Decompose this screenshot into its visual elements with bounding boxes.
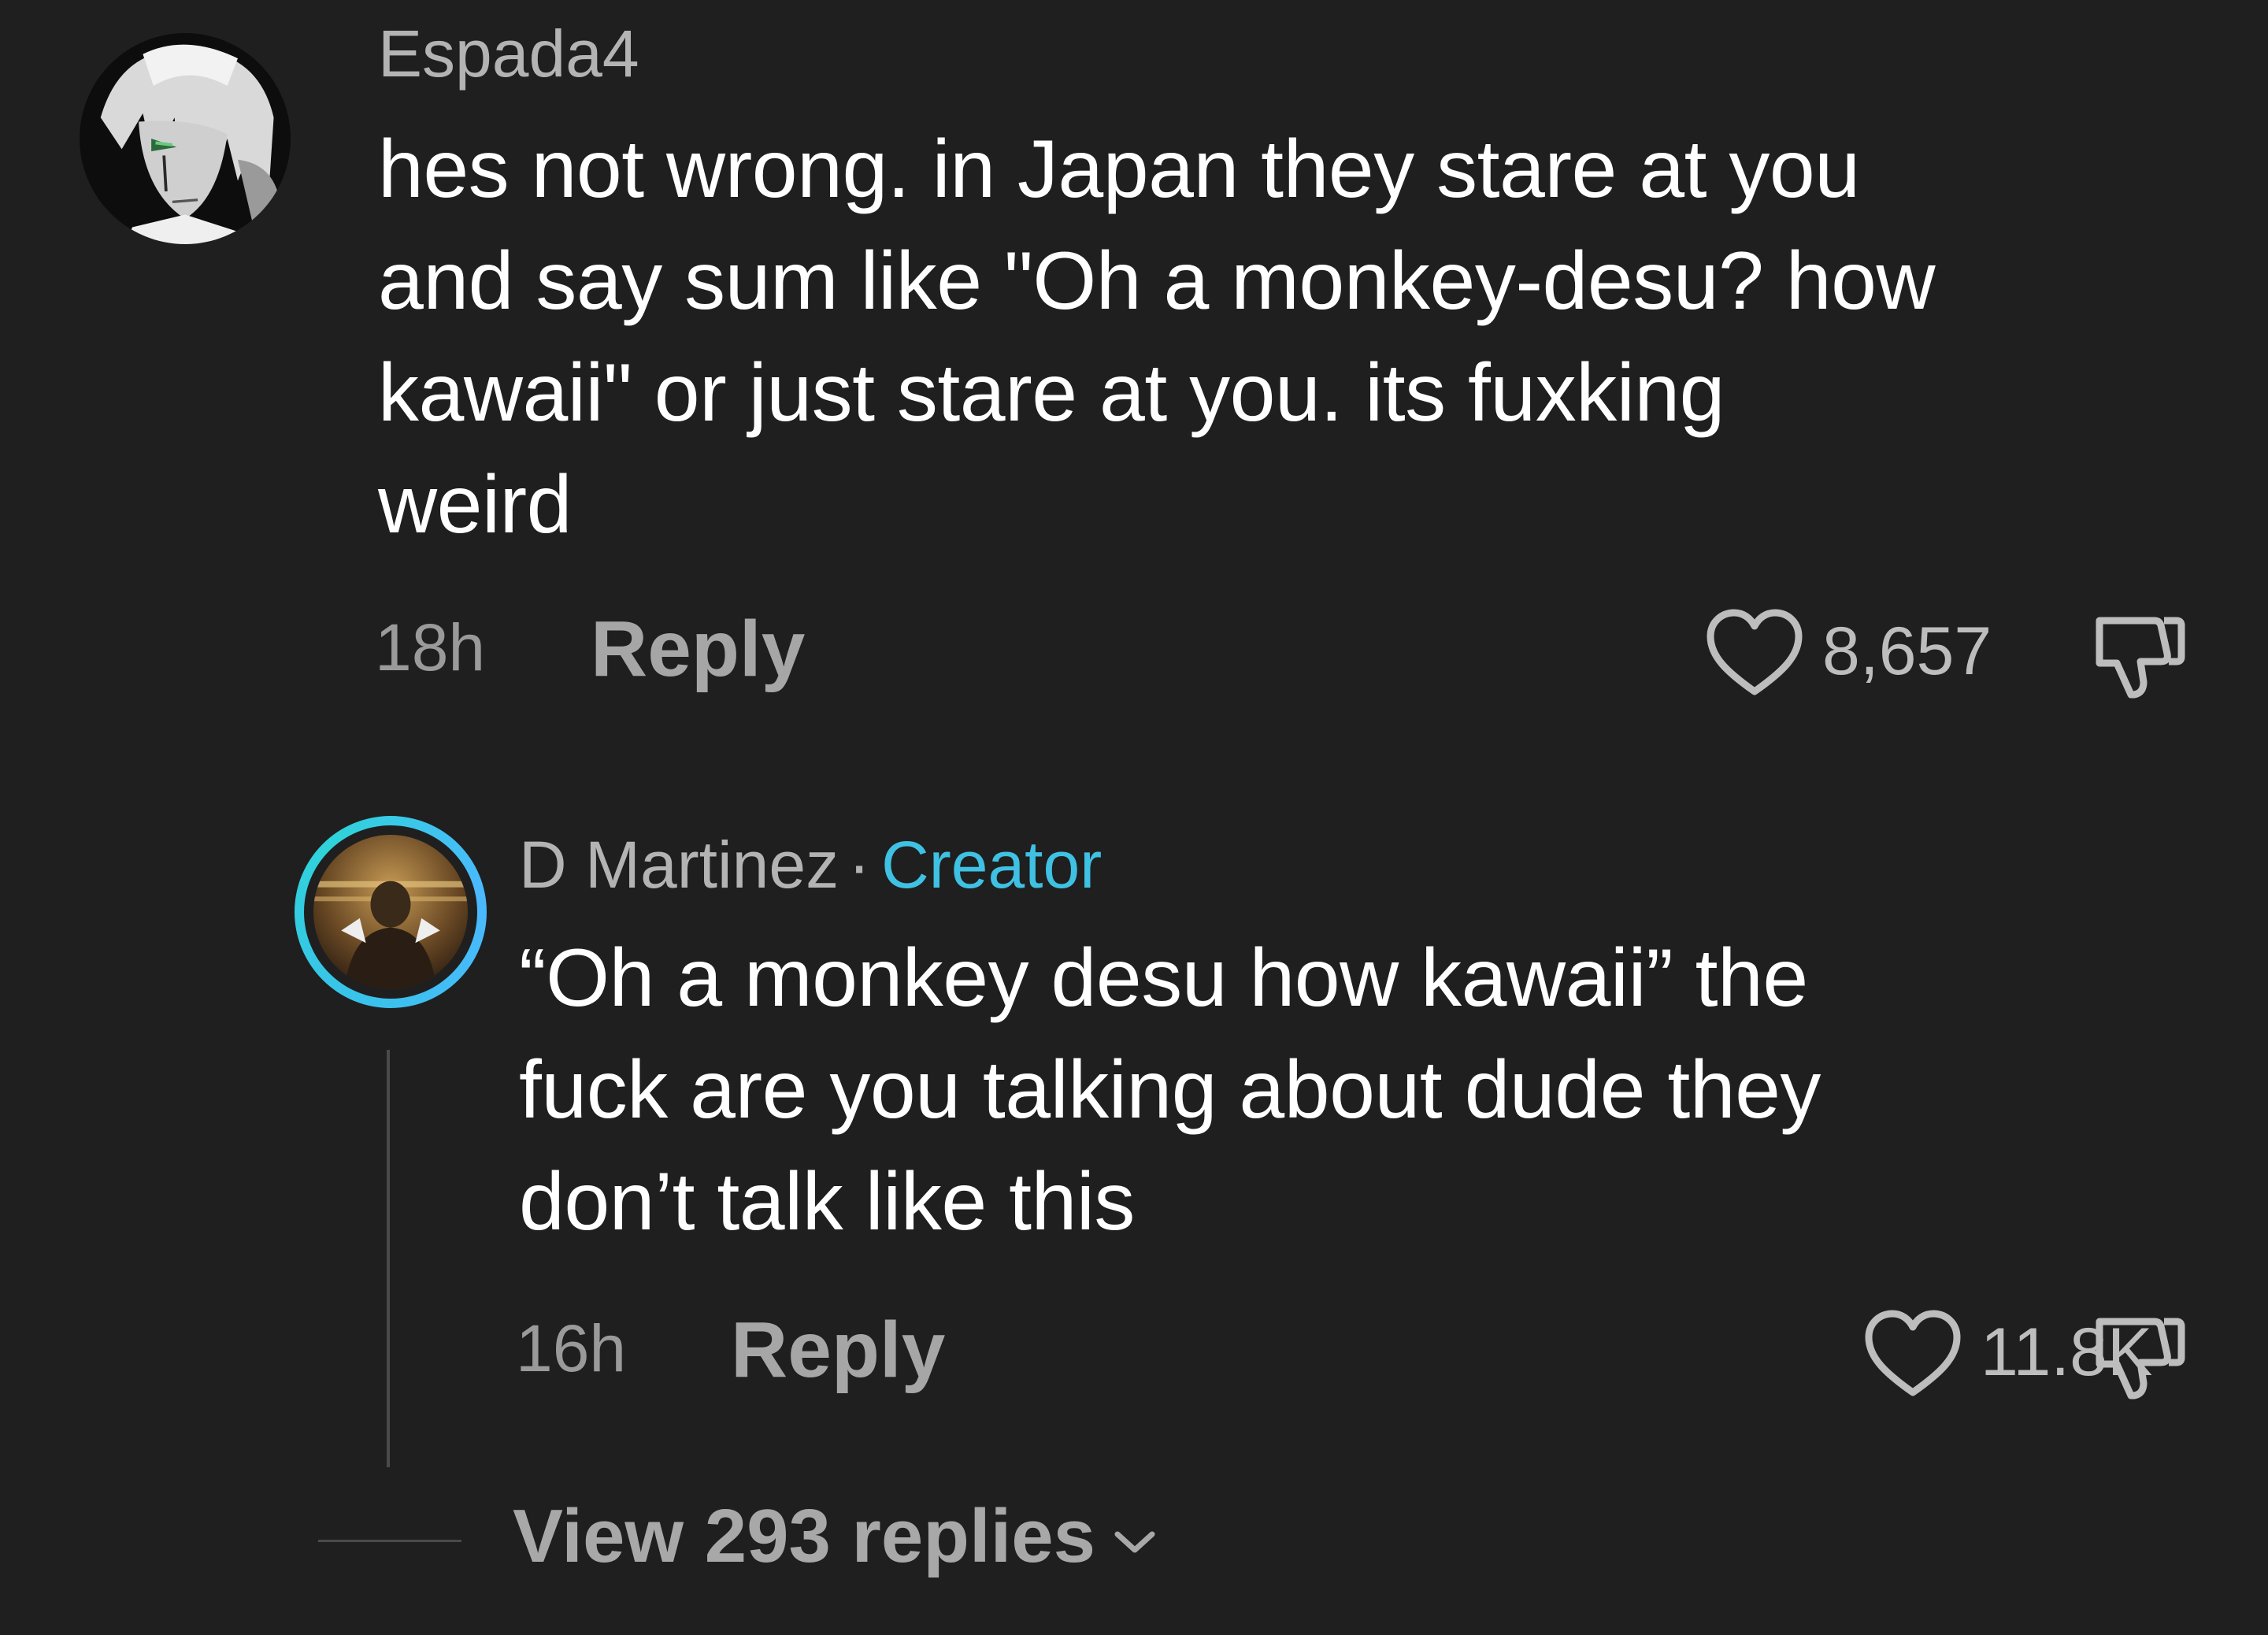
view-replies-button[interactable]: View 293 replies	[513, 1499, 1158, 1574]
reply-button[interactable]: Reply	[591, 610, 805, 688]
creator-badge: Creator	[881, 828, 1102, 902]
view-replies-label: View 293 replies	[513, 1494, 1096, 1578]
dislike-icon[interactable]	[2087, 606, 2189, 701]
heart-icon[interactable]	[1704, 606, 1805, 701]
comment-text: hes not wrong. in Japan they stare at yo…	[378, 124, 1936, 551]
replies-divider	[318, 1540, 461, 1542]
creator-avatar	[313, 835, 468, 989]
dislike-icon[interactable]	[2087, 1307, 2189, 1402]
comment-timestamp: 16h	[516, 1311, 627, 1385]
avatar[interactable]	[313, 835, 468, 989]
comment-text: “Oh a monkey desu how kawaii” the fuck a…	[519, 932, 1821, 1248]
comment-timestamp: 18h	[375, 610, 486, 684]
comment-username-row: D Martinez · Creator	[519, 832, 1102, 898]
comment-actions: 18h Reply 8,657	[375, 606, 2194, 695]
heart-icon[interactable]	[1862, 1307, 1963, 1402]
comments-panel: Espada4 hes not wrong. in Japan they sta…	[0, 0, 2268, 1635]
avatar[interactable]	[80, 33, 291, 244]
comment-username[interactable]: D Martinez	[519, 828, 839, 902]
comment-actions: 16h Reply 11.8K	[516, 1307, 2194, 1396]
thread-line	[387, 1050, 390, 1467]
reply-button[interactable]: Reply	[731, 1311, 945, 1389]
comment-username[interactable]: Espada4	[378, 20, 639, 87]
like-count: 8,657	[1822, 614, 1992, 689]
creator-avatar-ring[interactable]	[295, 816, 487, 1008]
anime-character-avatar	[80, 33, 291, 244]
chevron-down-icon	[1114, 1531, 1155, 1553]
separator-dot: ·	[848, 828, 871, 902]
